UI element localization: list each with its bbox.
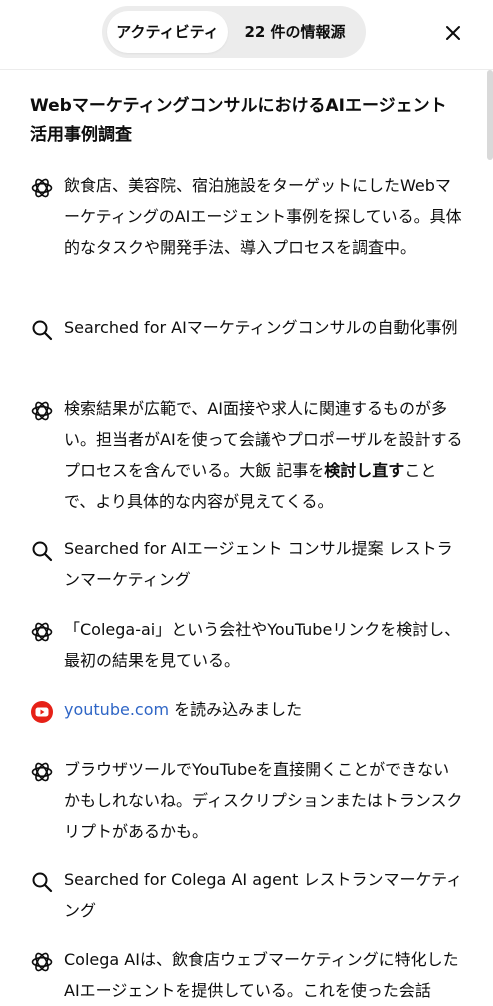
- openai-logo-icon: [30, 760, 54, 784]
- openai-logo-icon: [30, 620, 54, 644]
- research-title: WebマーケティングコンサルにおけるAIエージェント活用事例調査: [30, 96, 447, 145]
- view-toggle: アクティビティ 22 件の情報源: [102, 6, 366, 58]
- search-icon: [30, 870, 54, 894]
- activity-text: 飲食店、美容院、宿泊施設をターゲットにしたWebマーケティングのAIエージェント…: [64, 176, 462, 257]
- search-icon: [30, 318, 54, 342]
- search-query-text: Searched for AIエージェント コンサル提案 レストランマーケティン…: [64, 539, 453, 589]
- openai-logo-icon: [30, 399, 54, 423]
- close-icon: [446, 26, 460, 40]
- openai-logo-icon: [30, 176, 54, 200]
- panel-header: アクティビティ 22 件の情報源: [0, 0, 493, 70]
- search-query-text: Searched for AIマーケティングコンサルの自動化事例: [64, 318, 458, 337]
- activity-text: 「Colega-ai」という会社やYouTubeリンクを検討し、最初の結果を見て…: [64, 620, 461, 670]
- activity-text-bold: 検討し直す: [324, 461, 405, 480]
- search-icon: [30, 539, 54, 563]
- activity-text: ブラウザツールでYouTubeを直接開くことができないかもしれないね。ディスクリ…: [64, 760, 463, 841]
- openai-logo-icon: [30, 950, 54, 974]
- search-query-text: Searched for Colega AI agent レストランマーケティン…: [64, 870, 463, 920]
- tab-activity[interactable]: アクティビティ: [107, 11, 228, 53]
- activity-text: 検索結果が広範で、AI面接や求人に関連するものが多い。担当者がAIを使って会議や…: [64, 393, 464, 517]
- youtube-icon: [30, 700, 54, 724]
- youtube-link[interactable]: youtube.com: [64, 700, 169, 719]
- scrollbar[interactable]: [487, 70, 493, 160]
- source-loaded-label: を読み込みました: [169, 700, 303, 719]
- activity-text: Colega AIは、飲食店ウェブマーケティングに特化したAIエージェントを提供…: [64, 950, 459, 1000]
- source-loaded-text: youtube.com を読み込みました: [64, 694, 464, 725]
- tab-sources[interactable]: 22 件の情報源: [232, 11, 358, 53]
- close-button[interactable]: [438, 18, 468, 48]
